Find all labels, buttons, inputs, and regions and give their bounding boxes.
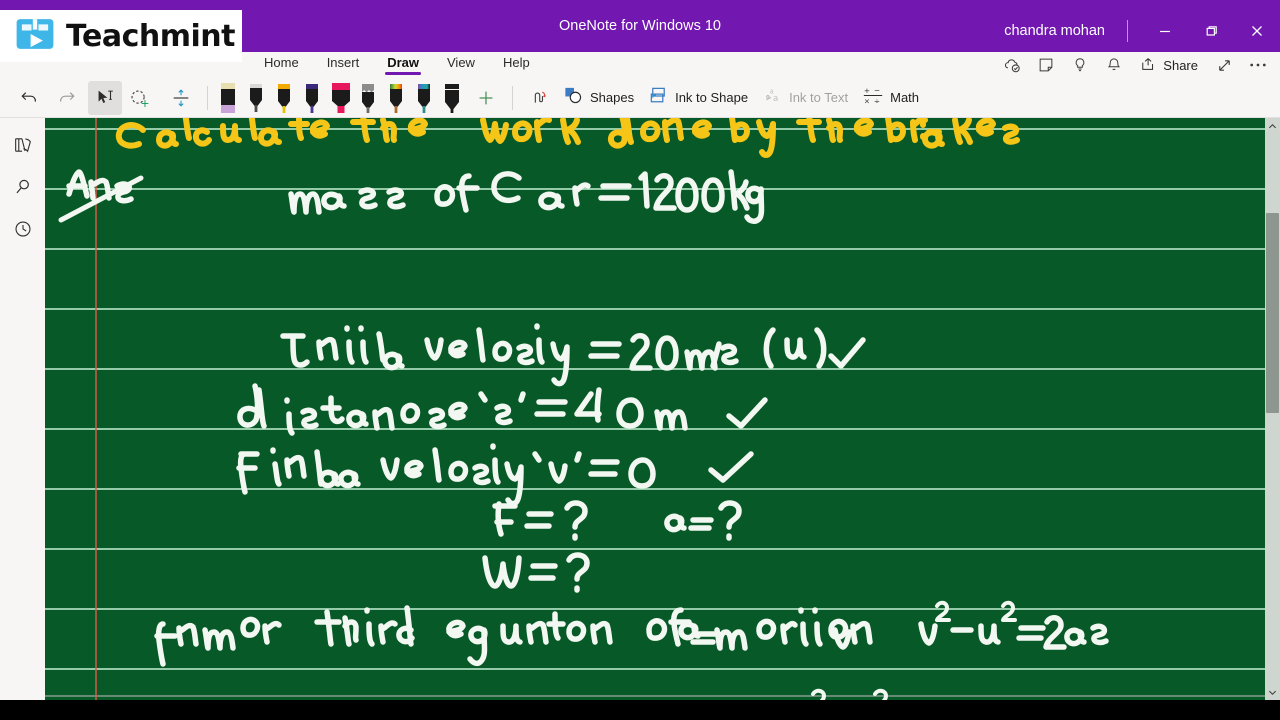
undo-button[interactable] [12, 81, 46, 115]
tab-help[interactable]: Help [489, 52, 544, 74]
shapes-group[interactable]: Shapes [558, 85, 643, 111]
share-button[interactable]: Share [1132, 52, 1206, 79]
restore-button[interactable] [1188, 16, 1234, 46]
pen-highlighter-lilac[interactable] [216, 81, 242, 115]
ink-to-text-icon: a a [762, 85, 783, 111]
draw-ribbon: + Shapes Ink to Shape a a Ink to Text + … [0, 78, 1280, 118]
onenote-window: OneNote for Windows 10 chandra mohan Tea… [0, 0, 1280, 720]
menu-tabs: Home Insert Draw View Help [250, 52, 544, 75]
redo-button[interactable] [50, 81, 84, 115]
menu-right-icons: Share [996, 50, 1274, 80]
insert-space-button[interactable] [164, 81, 198, 115]
ink-to-shape-icon [648, 85, 669, 111]
margin-rule [95, 118, 97, 700]
title-bar-right: chandra mohan [1004, 16, 1280, 46]
shapes-icon [563, 85, 584, 111]
scroll-up-arrow-icon[interactable] [1265, 118, 1280, 134]
search-icon[interactable] [0, 166, 45, 208]
minimize-button[interactable] [1142, 16, 1188, 46]
math-label: Math [890, 90, 920, 105]
tab-view[interactable]: View [433, 52, 489, 74]
ellipsis-icon[interactable] [1242, 50, 1274, 80]
tab-home[interactable]: Home [250, 52, 313, 74]
sticky-note-icon[interactable] [1030, 50, 1062, 80]
diagonal-expand-icon[interactable] [1208, 50, 1240, 80]
pen-black-thick[interactable] [440, 81, 466, 115]
svg-text:−: − [874, 86, 880, 95]
pen-purple[interactable] [300, 81, 326, 115]
ink-to-shape-group[interactable]: Ink to Shape [643, 85, 757, 111]
title-divider [1127, 20, 1128, 42]
notebooks-icon[interactable] [0, 124, 45, 166]
pencil-gray[interactable] [356, 81, 382, 115]
select-ink-tool-button[interactable] [88, 80, 122, 115]
math-group[interactable]: + − × ÷ Math [857, 85, 928, 111]
svg-text:÷: ÷ [874, 96, 880, 105]
ink-replay-button[interactable] [522, 81, 556, 115]
share-label: Share [1163, 57, 1198, 73]
ink-to-shape-label: Ink to Shape [675, 90, 749, 105]
pen-rainbow-cool[interactable] [412, 81, 438, 115]
pen-yellow[interactable] [272, 81, 298, 115]
math-icon: + − × ÷ [862, 85, 884, 111]
account-name[interactable]: chandra mohan [1004, 23, 1127, 39]
bell-notification-icon[interactable] [1098, 50, 1130, 80]
tab-insert[interactable]: Insert [313, 52, 374, 74]
left-rail [0, 118, 45, 700]
add-pen-button[interactable] [469, 81, 503, 115]
ribbon-divider-2 [512, 85, 513, 110]
pen-black[interactable] [244, 81, 270, 115]
ink-to-text-label: Ink to Text [789, 90, 849, 105]
lasso-select-button[interactable]: + [126, 81, 160, 115]
svg-text:a: a [773, 94, 778, 104]
lightbulb-icon[interactable] [1064, 50, 1096, 80]
vertical-scrollbar[interactable] [1265, 118, 1280, 700]
svg-text:×: × [864, 96, 870, 105]
teachmint-brand: Teachmint [0, 10, 242, 62]
ink-to-text-group[interactable]: a a Ink to Text [757, 85, 857, 111]
bottom-letterbox [0, 700, 1280, 720]
svg-text:+: + [864, 86, 870, 95]
cloud-sync-icon[interactable] [996, 50, 1028, 80]
shapes-label: Shapes [590, 90, 635, 105]
pen-rainbow-warm[interactable] [384, 81, 410, 115]
book-play-logo-icon [14, 13, 56, 60]
ribbon-divider-1 [207, 85, 208, 110]
share-icon [1140, 56, 1158, 75]
brand-name: Teachmint [66, 18, 235, 54]
close-button[interactable] [1234, 16, 1280, 46]
ruled-lines [45, 118, 1265, 700]
tab-draw[interactable]: Draw [373, 52, 433, 75]
pen-highlighter-pink[interactable] [328, 81, 354, 115]
vertical-scroll-thumb[interactable] [1266, 213, 1279, 413]
scroll-down-arrow-icon[interactable] [1265, 684, 1280, 700]
recent-clock-icon[interactable] [0, 208, 45, 250]
note-canvas[interactable] [45, 118, 1265, 700]
